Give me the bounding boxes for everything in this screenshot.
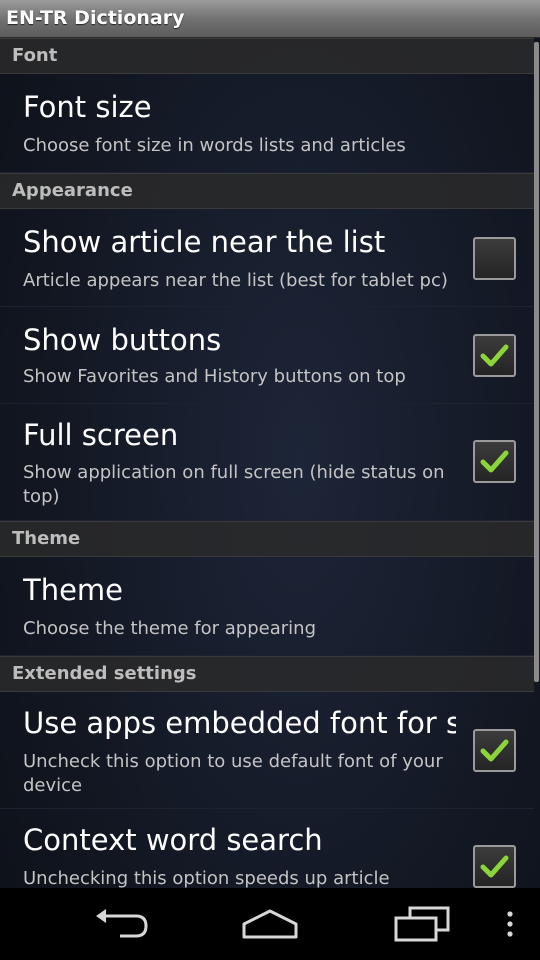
pref-title: Show buttons: [23, 323, 222, 357]
back-icon[interactable]: [90, 904, 150, 944]
navigation-bar: [0, 888, 540, 960]
section-label: Extended settings: [12, 663, 197, 684]
pref-context-search[interactable]: Context word search Unchecking this opti…: [0, 809, 534, 888]
pref-summary: Show application on full screen (hide st…: [23, 462, 445, 507]
pref-show-article[interactable]: Show article near the list Article appea…: [0, 209, 534, 307]
pref-embedded-font[interactable]: Use apps embedded font for s Uncheck thi…: [0, 692, 534, 809]
pref-summary: Choose the theme for appearing: [23, 618, 317, 639]
home-icon[interactable]: [240, 904, 300, 944]
section-header-appearance: Appearance: [0, 173, 534, 209]
pref-summary: Uncheck this option to use default font …: [23, 751, 443, 796]
menu-icon[interactable]: [500, 904, 520, 944]
pref-font-size[interactable]: Font size Choose font size in words list…: [0, 74, 534, 173]
pref-full-screen[interactable]: Full screen Show application on full scr…: [0, 404, 534, 521]
pref-summary: Article appears near the list (best for …: [23, 270, 448, 291]
app-title: EN-TR Dictionary: [6, 7, 185, 29]
pref-title: Context word search: [23, 823, 323, 857]
check-mark-icon: [480, 739, 509, 762]
title-bar: EN-TR Dictionary: [0, 0, 540, 38]
scrollbar[interactable]: [534, 42, 539, 682]
section-header-extended: Extended settings: [0, 656, 534, 692]
pref-title: Font size: [23, 90, 152, 124]
check-mark-icon: [480, 450, 509, 473]
section-header-font: Font: [0, 38, 534, 74]
show-article-checkbox[interactable]: [473, 237, 516, 280]
pref-title: Full screen: [23, 418, 179, 452]
pref-title: Theme: [23, 573, 124, 607]
settings-list[interactable]: Font Font size Choose font size in words…: [0, 38, 540, 888]
full-screen-checkbox[interactable]: [473, 440, 516, 483]
check-mark-icon: [480, 344, 509, 367]
section-label: Appearance: [12, 180, 133, 201]
recent-apps-icon[interactable]: [392, 904, 452, 944]
pref-title: Use apps embedded font for s: [23, 706, 456, 740]
pref-summary: Choose font size in words lists and arti…: [23, 135, 406, 156]
pref-show-buttons[interactable]: Show buttons Show Favorites and History …: [0, 307, 534, 404]
section-header-theme: Theme: [0, 521, 534, 557]
show-buttons-checkbox[interactable]: [473, 334, 516, 377]
check-mark-icon: [480, 855, 509, 878]
pref-theme[interactable]: Theme Choose the theme for appearing: [0, 557, 534, 656]
pref-summary: Unchecking this option speeds up article: [23, 868, 390, 888]
pref-summary: Show Favorites and History buttons on to…: [23, 366, 406, 387]
embedded-font-checkbox[interactable]: [473, 729, 516, 772]
pref-title: Show article near the list: [23, 225, 386, 259]
section-label: Font: [12, 45, 58, 66]
context-search-checkbox[interactable]: [473, 845, 516, 888]
section-label: Theme: [12, 528, 81, 549]
